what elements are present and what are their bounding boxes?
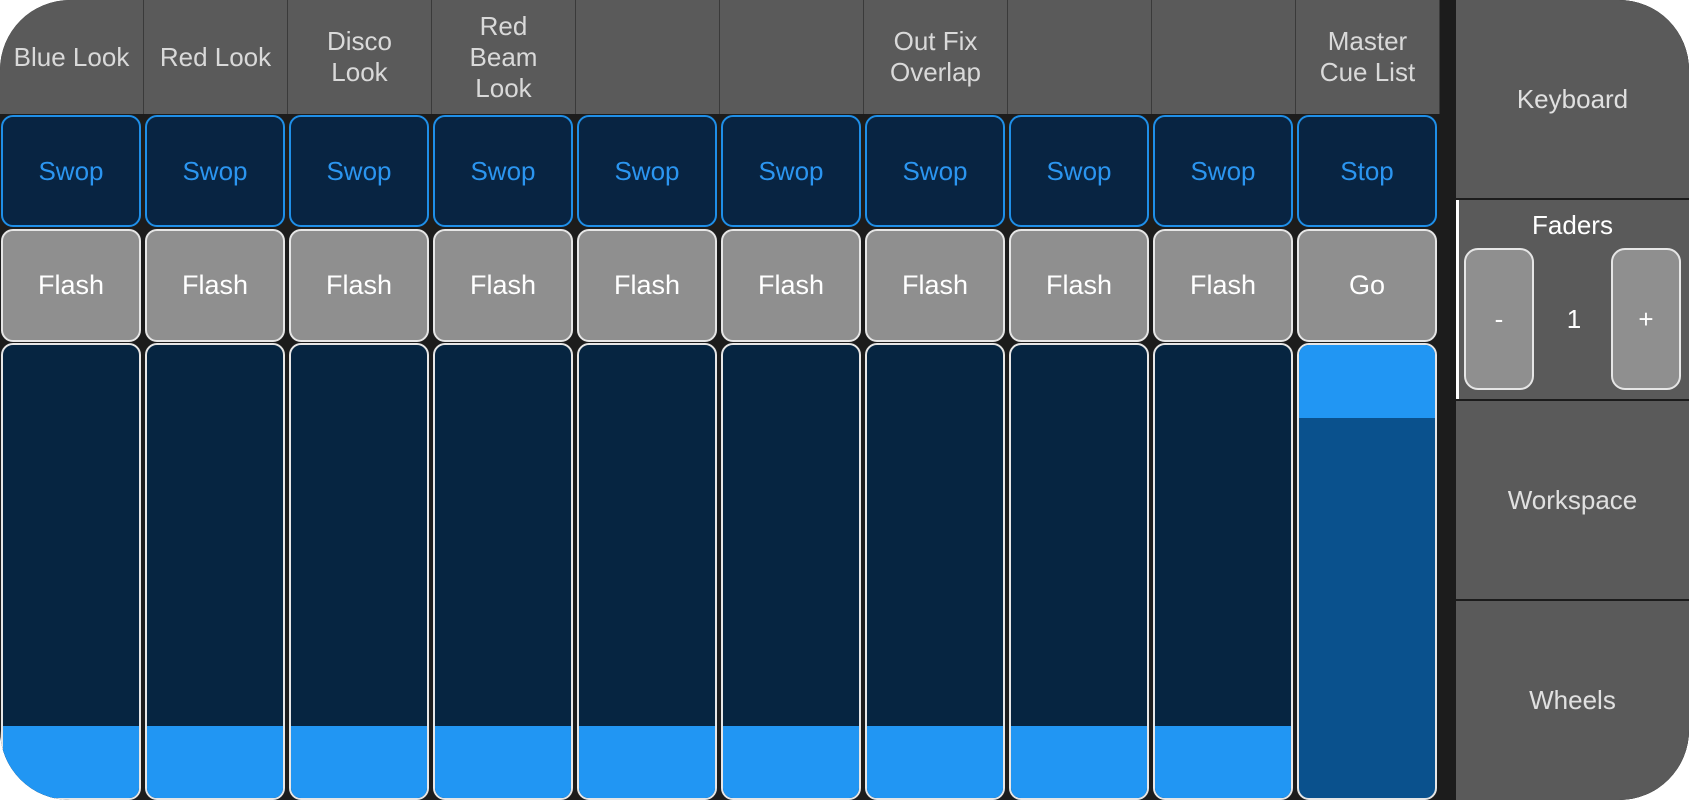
fader-level-fill bbox=[867, 726, 1003, 798]
playback-fader[interactable] bbox=[1153, 343, 1293, 800]
fader-handle[interactable] bbox=[1299, 345, 1435, 418]
playback-column: Swop Flash bbox=[720, 0, 864, 800]
playback-name[interactable]: Blue Look bbox=[0, 0, 143, 114]
master-fader[interactable] bbox=[1297, 343, 1437, 800]
faders-title: Faders bbox=[1532, 210, 1613, 240]
playback-name[interactable]: Red Look bbox=[144, 0, 287, 114]
workspace-button[interactable]: Workspace bbox=[1456, 401, 1689, 599]
playback-fader[interactable] bbox=[721, 343, 861, 800]
playback-column: Red Look Swop Flash bbox=[144, 0, 288, 800]
fader-level-fill bbox=[435, 726, 571, 798]
fader-level-fill bbox=[291, 726, 427, 798]
playback-fader[interactable] bbox=[577, 343, 717, 800]
plus-label: + bbox=[1638, 303, 1654, 334]
flash-button[interactable]: Flash bbox=[865, 229, 1005, 342]
page-down-button[interactable]: - bbox=[1464, 248, 1534, 390]
playback-column: Swop Flash bbox=[576, 0, 720, 800]
flash-button[interactable]: Flash bbox=[433, 229, 573, 342]
column-divider bbox=[1439, 0, 1440, 114]
playback-column: Swop Flash bbox=[1152, 0, 1296, 800]
page-up-button[interactable]: + bbox=[1611, 248, 1681, 390]
playback-fader[interactable] bbox=[145, 343, 285, 800]
wheels-button[interactable]: Wheels bbox=[1456, 601, 1689, 800]
fader-level-fill bbox=[723, 726, 859, 798]
playback-name[interactable] bbox=[576, 0, 719, 114]
playback-column: Out Fix Overlap Swop Flash bbox=[864, 0, 1008, 800]
flash-button[interactable]: Flash bbox=[145, 229, 285, 342]
playback-fader[interactable] bbox=[1009, 343, 1149, 800]
playback-column: Disco Look Swop Flash bbox=[288, 0, 432, 800]
fader-level-fill bbox=[3, 726, 139, 798]
faders-page-panel: Faders - 1 + bbox=[1456, 200, 1689, 399]
playback-name[interactable]: Out Fix Overlap bbox=[864, 0, 1007, 114]
swop-button[interactable]: Swop bbox=[577, 115, 717, 227]
workspace-label: Workspace bbox=[1507, 484, 1638, 515]
flash-button[interactable]: Flash bbox=[289, 229, 429, 342]
fader-level-fill bbox=[1011, 726, 1147, 798]
fader-page-number: 1 bbox=[1566, 304, 1582, 334]
fader-level-fill bbox=[147, 726, 283, 798]
playback-name[interactable]: Disco Look bbox=[288, 0, 431, 114]
playback-fader[interactable] bbox=[289, 343, 429, 800]
go-button[interactable]: Go bbox=[1297, 229, 1437, 342]
swop-button[interactable]: Swop bbox=[145, 115, 285, 227]
swop-button[interactable]: Swop bbox=[1153, 115, 1293, 227]
flash-button[interactable]: Flash bbox=[1, 229, 141, 342]
fader-level-fill bbox=[1155, 726, 1291, 798]
playback-fader[interactable] bbox=[865, 343, 1005, 800]
minus-label: - bbox=[1494, 303, 1504, 334]
swop-button[interactable]: Swop bbox=[865, 115, 1005, 227]
playback-console: Blue Look Swop Flash Red Look Swop Flash Disco… bbox=[0, 0, 1689, 800]
wheels-label: Wheels bbox=[1529, 685, 1616, 715]
playback-name[interactable] bbox=[1152, 0, 1295, 114]
playback-fader[interactable] bbox=[1, 343, 141, 800]
flash-button[interactable]: Flash bbox=[577, 229, 717, 342]
playback-column: Red Beam Look Swop Flash bbox=[432, 0, 576, 800]
flash-button[interactable]: Flash bbox=[1009, 229, 1149, 342]
flash-button[interactable]: Flash bbox=[721, 229, 861, 342]
side-panel: Keyboard Faders - 1 + Workspace Wheels bbox=[1447, 0, 1689, 800]
playback-name[interactable] bbox=[720, 0, 863, 114]
playback-name[interactable]: Master Cue List bbox=[1296, 0, 1439, 114]
keyboard-button[interactable]: Keyboard bbox=[1456, 0, 1689, 198]
flash-button[interactable]: Flash bbox=[1153, 229, 1293, 342]
playback-column: Swop Flash bbox=[1008, 0, 1152, 800]
playback-fader[interactable] bbox=[433, 343, 573, 800]
playback-column: Blue Look Swop Flash bbox=[0, 0, 144, 800]
swop-button[interactable]: Swop bbox=[433, 115, 573, 227]
swop-button[interactable]: Swop bbox=[1009, 115, 1149, 227]
keyboard-label: Keyboard bbox=[1516, 83, 1629, 114]
swop-button[interactable]: Swop bbox=[289, 115, 429, 227]
playback-name[interactable]: Red Beam Look bbox=[432, 0, 575, 114]
swop-button[interactable]: Swop bbox=[721, 115, 861, 227]
swop-button[interactable]: Swop bbox=[1, 115, 141, 227]
playback-column: Master Cue List Stop Go bbox=[1296, 0, 1440, 800]
fader-level-fill bbox=[579, 726, 715, 798]
stop-button[interactable]: Stop bbox=[1297, 115, 1437, 227]
playback-name[interactable] bbox=[1008, 0, 1151, 114]
